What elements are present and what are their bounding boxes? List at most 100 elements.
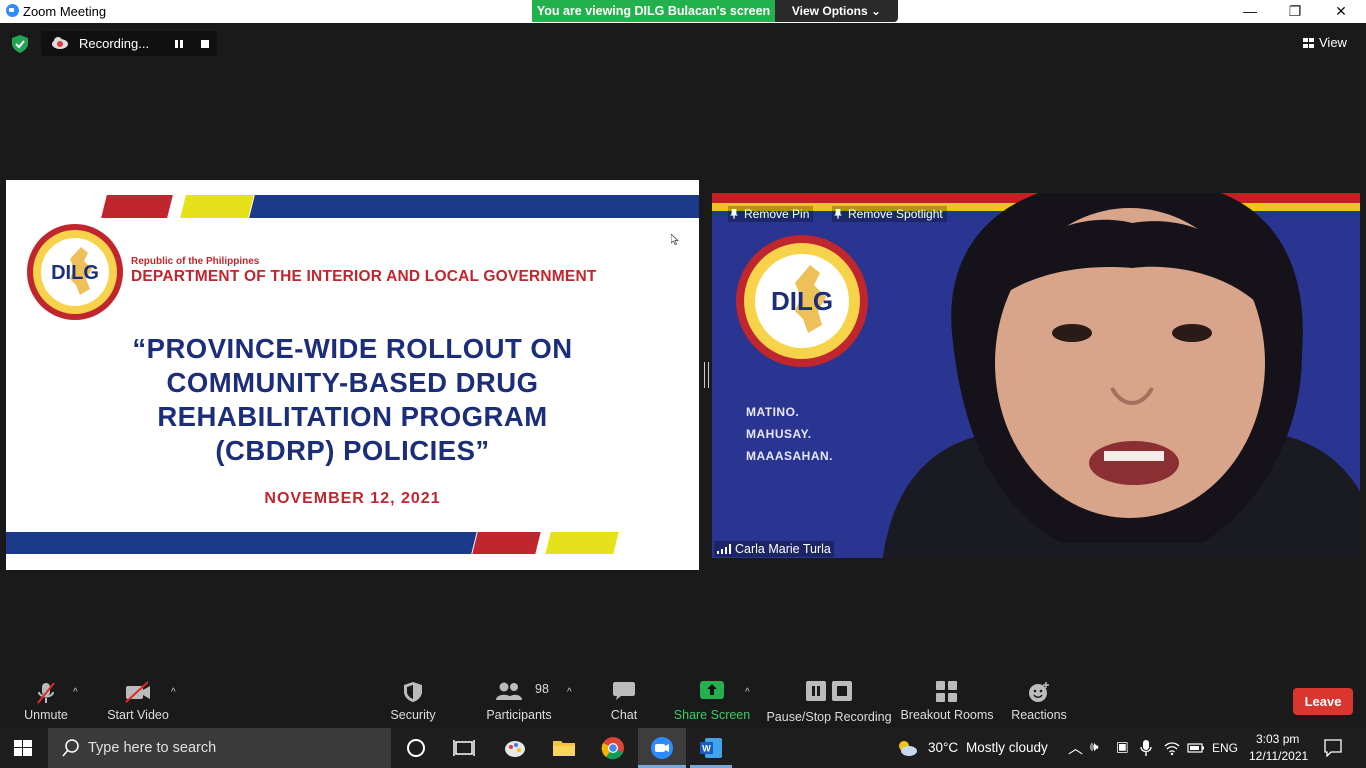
republic-label: Republic of the Philippines [131, 256, 260, 267]
grid-view-icon [1303, 38, 1314, 48]
chat-label: Chat [610, 708, 638, 722]
show-hidden-icons-chevron-icon[interactable]: ︿ [1068, 737, 1083, 758]
slide-stripe-yellow-top [180, 195, 254, 218]
pause-stop-label: Pause/Stop Recording [766, 710, 892, 724]
chat-button[interactable]: Chat [604, 673, 644, 728]
muted-microphone-icon [37, 682, 55, 704]
battery-icon[interactable] [1187, 741, 1205, 755]
dilg-seal-background-logo: DILG [736, 235, 868, 367]
participant-name-tag: Carla Marie Turla [714, 541, 834, 557]
windows-start-icon[interactable] [14, 740, 32, 756]
share-screen-button[interactable]: Share Screen [672, 673, 752, 728]
slide-stripe-red-top [101, 195, 173, 218]
speaker-person-figure [882, 193, 1360, 558]
participants-label: Participants [486, 708, 552, 722]
speaker-video-tile[interactable]: DILG MATINO. MAHUSAY. MAAASAHAN. Remove … [712, 193, 1360, 558]
volume-icon[interactable]: 🕪 [1090, 739, 1099, 755]
participants-options-caret-icon[interactable]: ^ [567, 687, 572, 698]
shared-screen-slide: DILG Republic of the Philippines DEPARTM… [6, 180, 699, 570]
slide-stripe-yellow-bottom [545, 532, 619, 554]
chevron-down-icon: ⌄ [871, 4, 882, 18]
pause-stop-recording-button[interactable]: Pause/Stop Recording [766, 673, 892, 728]
word-app-icon[interactable]: W [699, 736, 723, 760]
slide-stripe-blue-bottom [6, 532, 477, 554]
start-video-button[interactable]: Start Video [104, 673, 172, 728]
unmute-label: Unmute [24, 708, 68, 722]
reactions-label: Reactions [1011, 708, 1067, 722]
search-icon [62, 739, 79, 757]
signal-strength-icon [717, 544, 731, 554]
audio-options-caret-icon[interactable]: ^ [73, 687, 78, 698]
window-title: Zoom Meeting [23, 4, 107, 19]
clock-time[interactable]: 3:03 pm [1256, 732, 1299, 746]
unmute-button[interactable]: Unmute [18, 673, 74, 728]
participants-icon [496, 682, 522, 700]
participant-name: Carla Marie Turla [735, 542, 831, 556]
pause-stop-icons [806, 681, 852, 701]
security-shield-icon [404, 682, 422, 702]
input-language[interactable]: ENG [1212, 741, 1238, 755]
remove-pin-button[interactable]: Remove Pin [728, 206, 814, 222]
split-view-resize-handle[interactable] [704, 362, 709, 388]
pause-recording-icon[interactable] [174, 38, 184, 49]
security-button[interactable]: Security [386, 673, 440, 728]
encryption-shield-icon[interactable] [12, 35, 28, 53]
view-button[interactable]: View [1303, 35, 1347, 50]
participants-count: 98 [535, 682, 549, 696]
breakout-rooms-button[interactable]: Breakout Rooms [900, 673, 994, 728]
chrome-browser-icon[interactable] [601, 736, 625, 760]
video-options-caret-icon[interactable]: ^ [171, 687, 176, 698]
restore-button[interactable]: ❐ [1272, 0, 1318, 23]
slide-stripe-blue-top [249, 195, 699, 218]
spotlight-icon [834, 209, 842, 219]
share-options-caret-icon[interactable]: ^ [745, 687, 750, 698]
slide-headline: “PROVINCE-WIDE ROLLOUT ON COMMUNITY-BASE… [46, 332, 659, 468]
headline-line: COMMUNITY-BASED DRUG [166, 367, 539, 398]
stop-recording-icon[interactable] [201, 40, 209, 48]
minimize-button[interactable]: — [1227, 0, 1273, 23]
recording-label: Recording... [79, 36, 150, 51]
headline-line: REHABILITATION PROGRAM [157, 401, 548, 432]
participants-button[interactable]: 98 Participants [484, 673, 554, 728]
share-screen-arrow-icon [700, 681, 724, 699]
meet-now-icon[interactable]: ▣ [1116, 739, 1129, 755]
zoom-app-icon [6, 4, 19, 17]
microphone-in-use-icon[interactable] [1140, 740, 1152, 756]
pin-icon [730, 209, 738, 219]
weather-cloud-icon[interactable] [896, 738, 918, 758]
view-options-button[interactable]: View Options ⌄ [775, 0, 898, 22]
reactions-button[interactable]: Reactions [1010, 673, 1068, 728]
video-seal-text: DILG [771, 286, 833, 316]
file-explorer-icon[interactable] [552, 736, 576, 760]
department-title: DEPARTMENT OF THE INTERIOR AND LOCAL GOV… [131, 268, 597, 285]
leave-meeting-button[interactable]: Leave [1293, 688, 1353, 715]
cortana-icon[interactable] [404, 736, 428, 760]
view-options-label: View Options [791, 4, 868, 18]
taskbar-search-box[interactable]: Type here to search [48, 728, 391, 768]
paint-app-icon[interactable] [503, 736, 527, 760]
recording-indicator: Recording... [41, 31, 217, 56]
clock-date[interactable]: 12/11/2021 [1249, 749, 1308, 763]
motto-line: MATINO. [746, 405, 800, 419]
viewing-screen-banner: You are viewing DILG Bulacan's screen [532, 0, 775, 22]
windows-taskbar: Type here to search W 30°C Mostly cloudy… [0, 728, 1366, 768]
weather-temperature[interactable]: 30°C [928, 740, 958, 755]
breakout-rooms-label: Breakout Rooms [900, 708, 994, 722]
close-button[interactable]: ✕ [1318, 0, 1364, 23]
wifi-icon[interactable] [1164, 740, 1180, 756]
remove-spotlight-button[interactable]: Remove Spotlight [832, 206, 947, 222]
slide-date: NOVEMBER 12, 2021 [264, 490, 441, 507]
notifications-icon[interactable] [1324, 739, 1342, 757]
search-placeholder: Type here to search [88, 740, 217, 756]
cloud-recording-icon [52, 37, 68, 49]
chat-bubble-icon [613, 682, 635, 700]
video-off-icon [125, 681, 150, 703]
window-title-bar: Zoom Meeting You are viewing DILG Bulaca… [0, 0, 1366, 23]
remove-pin-label: Remove Pin [744, 207, 810, 221]
start-video-label: Start Video [107, 708, 169, 722]
svg-text:W: W [702, 744, 711, 754]
weather-description[interactable]: Mostly cloudy [966, 740, 1048, 755]
task-view-icon[interactable] [452, 736, 476, 760]
mouse-cursor-icon [671, 234, 679, 245]
view-label: View [1319, 35, 1347, 50]
